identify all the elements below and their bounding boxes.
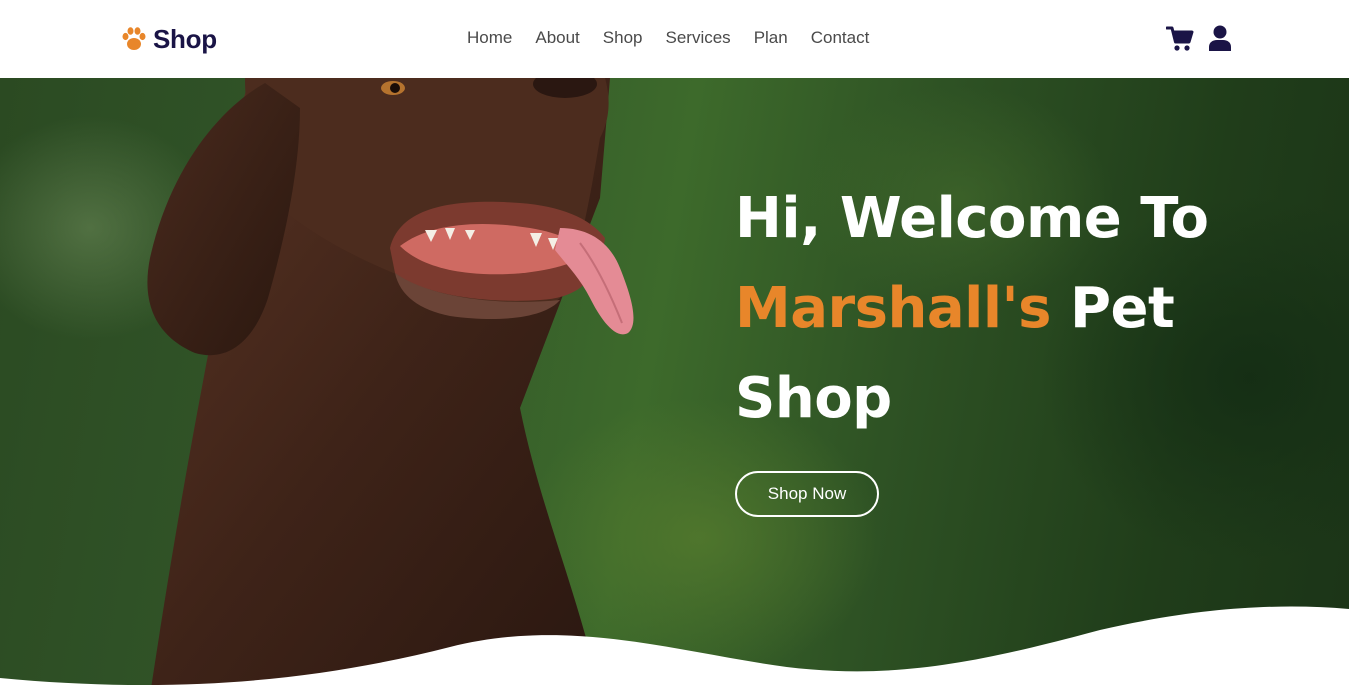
user-icon[interactable] <box>1208 25 1232 57</box>
nav-link-contact[interactable]: Contact <box>811 28 870 48</box>
brand-name: Shop <box>153 23 217 54</box>
nav-link-plan[interactable]: Plan <box>754 28 788 48</box>
hero-title-line1: Hi, Welcome To <box>735 186 1209 251</box>
hero-title-highlight: Marshall's <box>735 276 1052 341</box>
nav-link-services[interactable]: Services <box>666 28 731 48</box>
hero-title-line2: Pet <box>1070 276 1175 341</box>
nav-link-home[interactable]: Home <box>467 28 512 48</box>
header-actions <box>1165 25 1232 57</box>
paw-icon <box>121 26 147 52</box>
cart-icon[interactable] <box>1165 26 1194 57</box>
hero-title: Hi, Welcome To Marshall's Pet Shop <box>735 174 1209 444</box>
logo[interactable]: Shop <box>121 22 217 56</box>
main-nav: Home About Shop Services Plan Contact <box>467 28 869 48</box>
nav-link-shop[interactable]: Shop <box>603 28 643 48</box>
nav-link-about[interactable]: About <box>535 28 579 48</box>
shop-now-button[interactable]: Shop Now <box>735 471 879 517</box>
hero-title-line3: Shop <box>735 366 892 431</box>
hero-wave-divider <box>0 606 1349 695</box>
hero-content: Hi, Welcome To Marshall's Pet Shop Shop … <box>735 174 1209 517</box>
hero-section: Hi, Welcome To Marshall's Pet Shop Shop … <box>0 78 1349 695</box>
navbar: Shop Home About Shop Services Plan Conta… <box>0 0 1349 78</box>
